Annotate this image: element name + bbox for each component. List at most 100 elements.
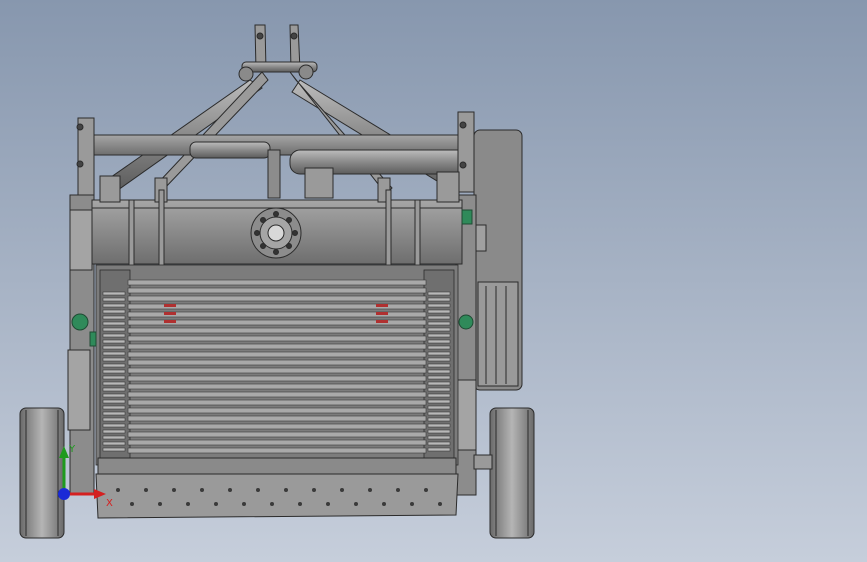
skirt-bolt [326, 502, 330, 506]
skirt-bolt [298, 502, 302, 506]
hitch-mast[interactable] [238, 24, 318, 82]
chain-link [427, 375, 451, 380]
chain-link [102, 393, 126, 398]
chain-link [427, 429, 451, 434]
conveyor-rod [127, 351, 427, 358]
chain-link [427, 399, 451, 404]
chain-link [102, 387, 126, 392]
chain-link [427, 321, 451, 326]
chain-link [427, 381, 451, 386]
conveyor-rod [127, 447, 427, 454]
chain-link [427, 447, 451, 452]
coordinate-triad: Y X [58, 444, 113, 509]
chain-link [427, 441, 451, 446]
chain-link [102, 381, 126, 386]
conveyor-rod [127, 415, 427, 422]
conveyor-rod [127, 407, 427, 414]
chain-link [427, 297, 451, 302]
chain-link [427, 315, 451, 320]
chain-link [102, 417, 126, 422]
chain-link [427, 327, 451, 332]
chain-right[interactable] [427, 291, 451, 452]
chain-link [102, 327, 126, 332]
skirt-bolt [382, 502, 386, 506]
skirt-bolt [410, 502, 414, 506]
conveyor-rod [127, 367, 427, 374]
skirt-bolt [284, 488, 288, 492]
skirt-bolt [256, 488, 260, 492]
conveyor-rod [127, 431, 427, 438]
x-axis-label: X [106, 498, 113, 509]
x-axis-arrow [94, 489, 106, 499]
conveyor-rod [127, 335, 427, 342]
chain-link [102, 411, 126, 416]
skirt-bolt [270, 502, 274, 506]
harvester-model[interactable] [0, 0, 867, 562]
conveyor-rod [127, 343, 427, 350]
chain-link [102, 351, 126, 356]
graphics-viewport[interactable]: Y X [0, 0, 867, 562]
chain-link [427, 423, 451, 428]
skirt-bolt [424, 488, 428, 492]
skirt-bolt [340, 488, 344, 492]
chain-link [102, 315, 126, 320]
chain-link [102, 345, 126, 350]
chain-link [102, 405, 126, 410]
skirt-bolt [312, 488, 316, 492]
chain-link [102, 339, 126, 344]
chain-link [102, 429, 126, 434]
chain-left[interactable] [102, 291, 126, 452]
conveyor-rod [127, 295, 427, 302]
conveyor-rod [127, 287, 427, 294]
chain-link [427, 309, 451, 314]
y-axis-label: Y [68, 444, 76, 455]
chain-link [102, 363, 126, 368]
skirt-bolt [186, 502, 190, 506]
skirt-bolt [368, 488, 372, 492]
chain-link [427, 369, 451, 374]
chain-link [427, 417, 451, 422]
wheel-right[interactable] [473, 407, 535, 539]
skirt-bolt [228, 488, 232, 492]
chain-link [427, 411, 451, 416]
conveyor-rod [127, 423, 427, 430]
chain-link [427, 405, 451, 410]
y-axis-arrow [59, 446, 69, 458]
main-beam[interactable] [91, 199, 463, 265]
chain-link [427, 363, 451, 368]
conveyor-rod [127, 327, 427, 334]
chain-link [102, 423, 126, 428]
skirt-bolt [130, 502, 134, 506]
chain-link [427, 333, 451, 338]
skirt-bolt [396, 488, 400, 492]
chain-link [427, 351, 451, 356]
conveyor-rod [127, 279, 427, 286]
skirt-bolt [172, 488, 176, 492]
skirt-bolt [200, 488, 204, 492]
chain-link [102, 399, 126, 404]
skirt-bolt [144, 488, 148, 492]
chain-link [102, 309, 126, 314]
skirt-bolt [354, 502, 358, 506]
conveyor-rod [127, 399, 427, 406]
chain-link [102, 321, 126, 326]
chain-link [102, 297, 126, 302]
skirt-bolt [158, 502, 162, 506]
chain-link [427, 291, 451, 296]
chain-link [102, 357, 126, 362]
skirt-bolt [214, 502, 218, 506]
skirt-bolt [242, 502, 246, 506]
chain-link [102, 375, 126, 380]
diagonal-braces[interactable] [103, 71, 469, 195]
chain-link [427, 435, 451, 440]
chain-link [427, 339, 451, 344]
front-skirt[interactable] [95, 457, 459, 519]
chain-link [427, 345, 451, 350]
conveyor-rod [127, 383, 427, 390]
conveyor-rod [127, 375, 427, 382]
chain-link [102, 333, 126, 338]
chain-link [427, 357, 451, 362]
skirt-bolt [438, 502, 442, 506]
chain-link [102, 303, 126, 308]
chain-link [102, 291, 126, 296]
